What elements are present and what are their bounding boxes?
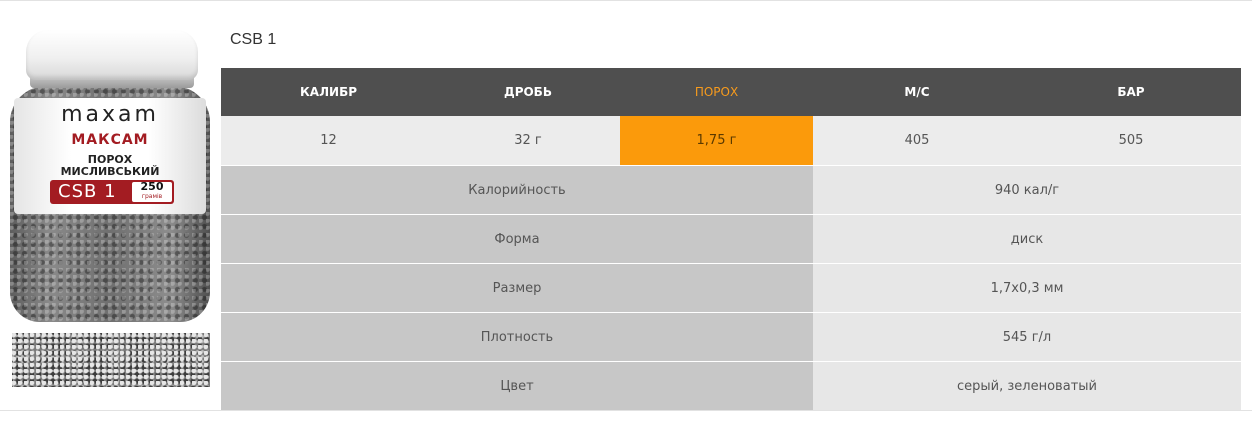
- property-value: серый, зеленоватый: [813, 361, 1241, 410]
- product-code-band: CSB 1 250 грамів: [50, 180, 174, 204]
- jar-lid: [26, 30, 198, 80]
- brand-name: МАКСАМ: [71, 132, 149, 148]
- property-name: Цвет: [221, 361, 813, 410]
- table-row: Размер 1,7х0,3 мм: [221, 263, 1241, 312]
- header-powder: ПОРОХ: [694, 85, 739, 99]
- top-divider: [0, 0, 1252, 1]
- specs-table: КАЛИБР ДРОБЬ ПОРОХ М/С БАР 12 32 г 1,75 …: [221, 68, 1241, 410]
- header-caliber: КАЛИБР: [299, 85, 358, 99]
- table-header-row: КАЛИБР ДРОБЬ ПОРОХ М/С БАР: [221, 68, 1241, 116]
- description-line-2: МИСЛИВСЬКИЙ: [60, 165, 160, 178]
- table-row: Плотность 545 г/л: [221, 312, 1241, 361]
- value-powder: 1,75 г: [620, 116, 813, 165]
- property-value: 545 г/л: [813, 312, 1241, 361]
- table-row: Форма диск: [221, 214, 1241, 263]
- property-value: 1,7х0,3 мм: [813, 263, 1241, 312]
- bottom-divider: [0, 410, 1252, 411]
- table-values-row: 12 32 г 1,75 г 405 505: [221, 116, 1241, 165]
- brand-logo: maxam: [61, 102, 159, 127]
- property-name: Плотность: [221, 312, 813, 361]
- property-name: Форма: [221, 214, 813, 263]
- product-image: maxam МАКСАМ ПОРОХ МИСЛИВСЬКИЙ CSB 1 250…: [10, 30, 210, 322]
- weight-badge: 250 грамів: [132, 180, 172, 202]
- header-pressure: БАР: [1117, 85, 1145, 99]
- weight-value: 250: [140, 180, 164, 193]
- value-caliber: 12: [320, 133, 337, 148]
- table-row: Калорийность 940 кал/г: [221, 165, 1241, 214]
- product-label: maxam МАКСАМ ПОРОХ МИСЛИВСЬКИЙ CSB 1 250…: [14, 98, 206, 214]
- powder-sample-image: [12, 333, 210, 387]
- product-description: ПОРОХ МИСЛИВСЬКИЙ: [14, 154, 206, 178]
- value-velocity: 405: [904, 133, 930, 148]
- header-shot: ДРОБЬ: [504, 85, 552, 99]
- property-value: диск: [813, 214, 1241, 263]
- property-name: Калорийность: [221, 165, 813, 214]
- page-title: CSB 1: [230, 31, 277, 48]
- product-code: CSB 1: [58, 181, 117, 202]
- property-value: 940 кал/г: [813, 165, 1241, 214]
- property-name: Размер: [221, 263, 813, 312]
- weight-unit: грамів: [141, 193, 163, 200]
- value-pressure: 505: [1118, 133, 1144, 148]
- header-velocity: М/С: [904, 85, 930, 99]
- table-row: Цвет серый, зеленоватый: [221, 361, 1241, 410]
- value-shot: 32 г: [514, 133, 542, 148]
